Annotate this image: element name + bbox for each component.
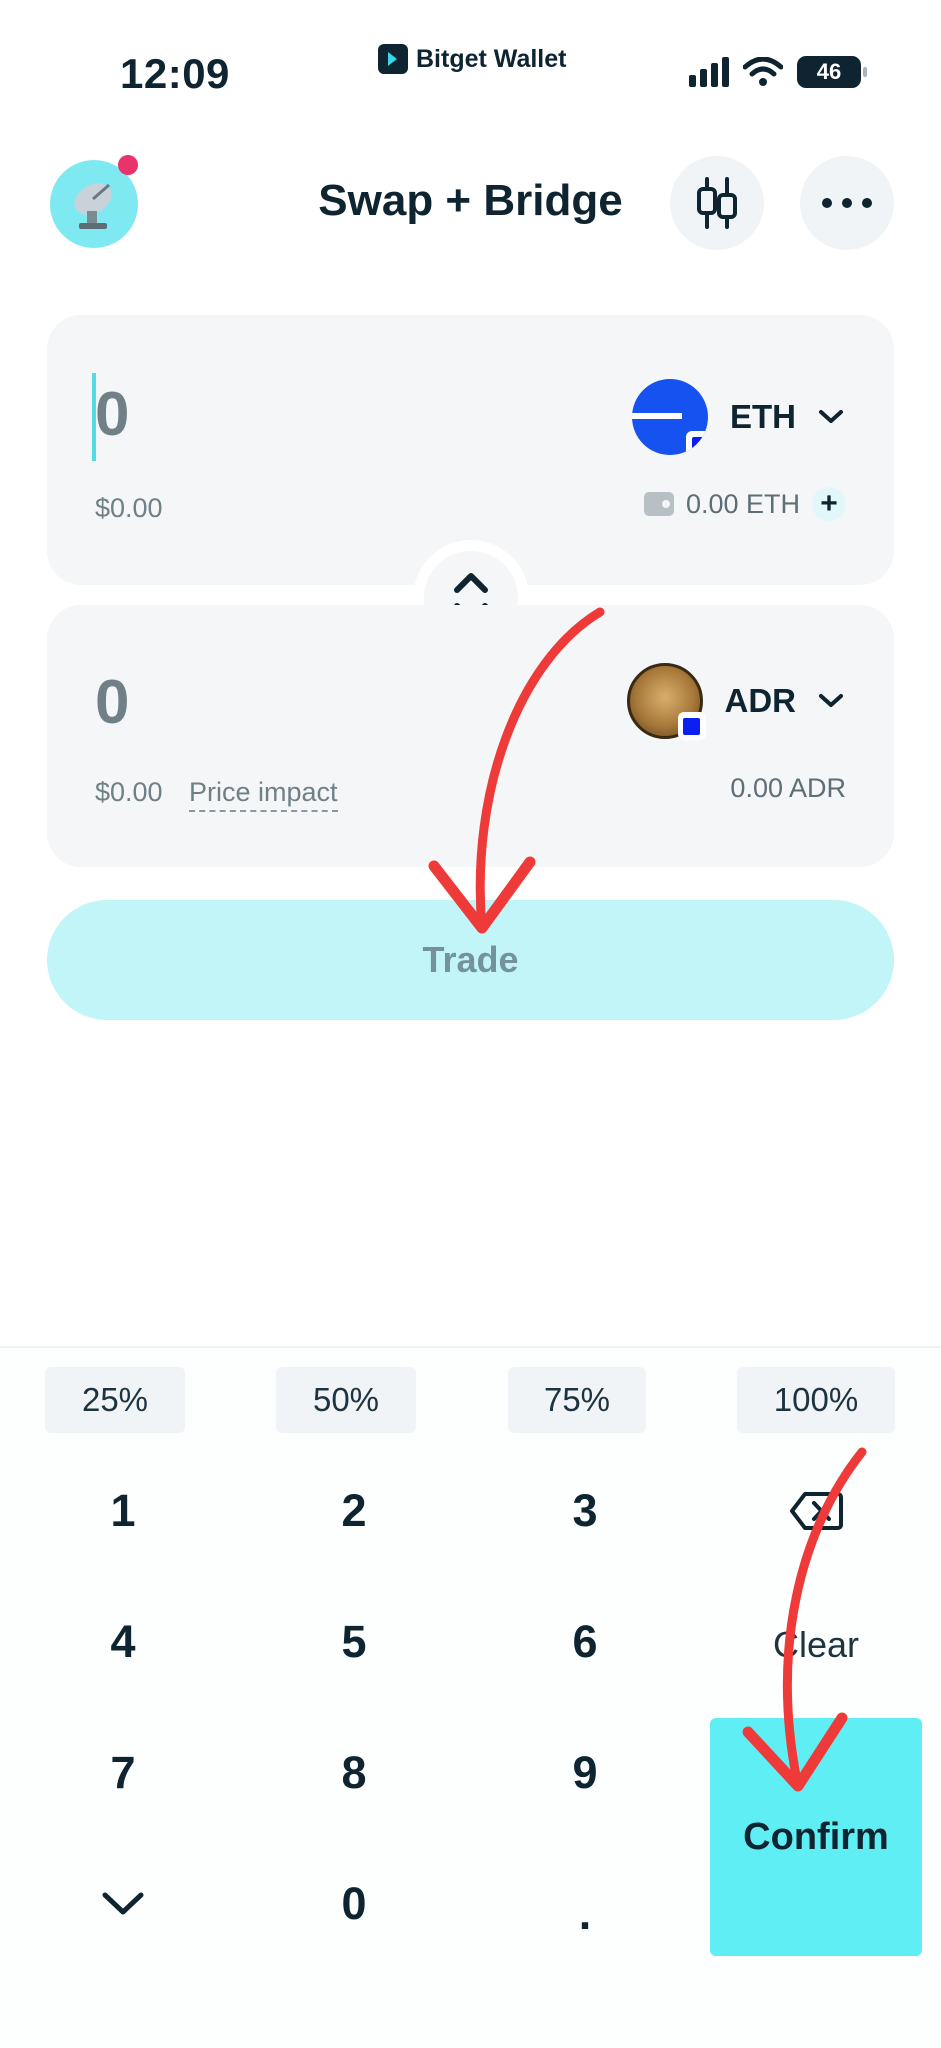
key-6[interactable]: 6 (510, 1592, 660, 1692)
battery-icon: 46 (797, 56, 867, 88)
key-4[interactable]: 4 (48, 1592, 198, 1692)
from-token-selector[interactable]: ETH (632, 379, 844, 455)
key-decimal[interactable]: . (510, 1864, 660, 1964)
chevron-down-icon (102, 1892, 144, 1915)
from-balance: 0.00 ETH + (643, 487, 846, 521)
to-token-selector[interactable]: ADR (626, 663, 845, 740)
bitget-logo-icon (378, 44, 408, 74)
backspace-icon (790, 1492, 843, 1530)
candlestick-icon (697, 177, 737, 229)
from-usd-value: $0.00 (95, 493, 163, 523)
adr-token-icon (626, 663, 706, 740)
more-button[interactable] (800, 156, 894, 250)
percent-75-button[interactable]: 75% (508, 1367, 646, 1433)
to-usd-value: $0.00 (95, 777, 163, 807)
chevron-down-icon (819, 410, 843, 423)
signal-icon (689, 57, 729, 87)
key-2[interactable]: 2 (279, 1461, 429, 1561)
eth-token-icon (632, 379, 708, 455)
from-amount-input[interactable]: 0 (95, 379, 129, 450)
key-3[interactable]: 3 (510, 1461, 660, 1561)
from-balance-value: 0.00 ETH (685, 488, 800, 519)
to-token-card: 0 $0.00 Price impact ADR 0.00 ADR (47, 605, 894, 867)
add-funds-button[interactable]: + (812, 487, 846, 521)
percent-100-button[interactable]: 100% (737, 1367, 895, 1433)
chevron-down-icon (819, 694, 843, 707)
status-time: 12:09 (120, 50, 230, 97)
chart-button[interactable] (670, 156, 764, 250)
notification-dot (118, 155, 138, 175)
collapse-keypad-key[interactable] (48, 1854, 198, 1954)
to-token-symbol: ADR (724, 682, 797, 719)
status-indicators: 46 (689, 56, 867, 88)
status-app-name: Bitget Wallet (416, 44, 567, 73)
backspace-key[interactable] (741, 1461, 891, 1561)
percent-25-button[interactable]: 25% (45, 1367, 185, 1433)
to-balance-value: 0.00 ADR (730, 773, 846, 803)
to-balance: 0.00 ADR (730, 773, 846, 804)
from-token-symbol: ETH (730, 398, 796, 435)
chain-badge-icon (677, 712, 706, 740)
clear-key[interactable]: Clear (741, 1595, 891, 1695)
chain-badge-icon (686, 431, 708, 455)
key-0[interactable]: 0 (279, 1854, 429, 1954)
to-amount: 0 (95, 668, 130, 737)
battery-level: 46 (816, 59, 842, 84)
price-impact-link[interactable]: Price impact (189, 777, 338, 812)
key-5[interactable]: 5 (279, 1592, 429, 1692)
key-7[interactable]: 7 (48, 1723, 198, 1823)
key-1[interactable]: 1 (48, 1461, 198, 1561)
wallet-icon (643, 492, 674, 516)
more-dots-icon (822, 198, 872, 208)
key-8[interactable]: 8 (279, 1723, 429, 1823)
wifi-icon (743, 57, 783, 86)
status-app-indicator[interactable]: Bitget Wallet (378, 44, 566, 74)
keypad-divider (0, 1346, 941, 1348)
confirm-button[interactable]: Confirm (710, 1718, 922, 1956)
key-9[interactable]: 9 (510, 1723, 660, 1823)
percent-50-button[interactable]: 50% (276, 1367, 416, 1433)
trade-button[interactable]: Trade (47, 900, 894, 1020)
